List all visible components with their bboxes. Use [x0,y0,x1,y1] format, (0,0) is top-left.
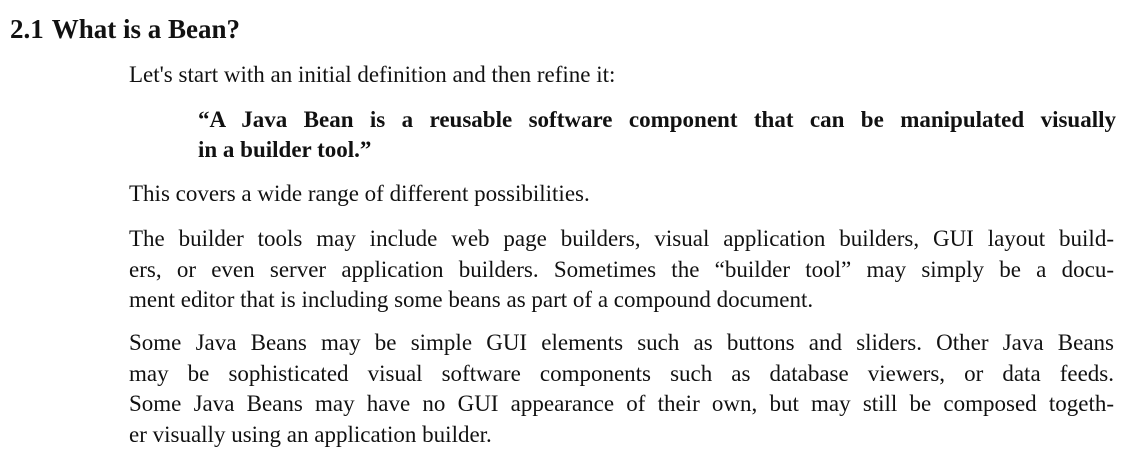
section-title: What is a Bean? [51,14,241,44]
section-heading: 2.1 What is a Bean? [10,12,240,46]
range-paragraph: This covers a wide range of different po… [129,179,1114,210]
range-text: This covers a wide range of different po… [129,181,590,206]
paragraph-line: Some Java Beans may have no GUI appearan… [129,391,1114,416]
paragraph-line: er visually using an application builder… [129,421,492,447]
paragraph-line: The builder tools may include web page b… [129,226,1114,251]
quote-line: in a builder tool.” [198,137,372,162]
document-page: 2.1 What is a Bean? Let's start with an i… [0,0,1124,456]
paragraph-line: may be sophisticated visual software com… [129,360,1114,386]
builder-tools-paragraph: The builder tools may include web page b… [129,224,1114,316]
intro-text: Let's start with an initial definition a… [129,62,616,87]
paragraph-line: Some Java Beans may be simple GUI elemen… [129,330,1114,355]
bean-types-paragraph: Some Java Beans may be simple GUI elemen… [129,328,1114,450]
definition-quote: “A Java Bean is a reusable software comp… [198,105,1116,165]
intro-paragraph: Let's start with an initial definition a… [129,60,1114,91]
paragraph-line: ers, or even server application builders… [129,256,1114,282]
section-number: 2.1 [10,14,44,44]
paragraph-line: ment editor that is including some beans… [129,287,814,312]
quote-line: “A Java Bean is a reusable software comp… [198,107,1116,132]
